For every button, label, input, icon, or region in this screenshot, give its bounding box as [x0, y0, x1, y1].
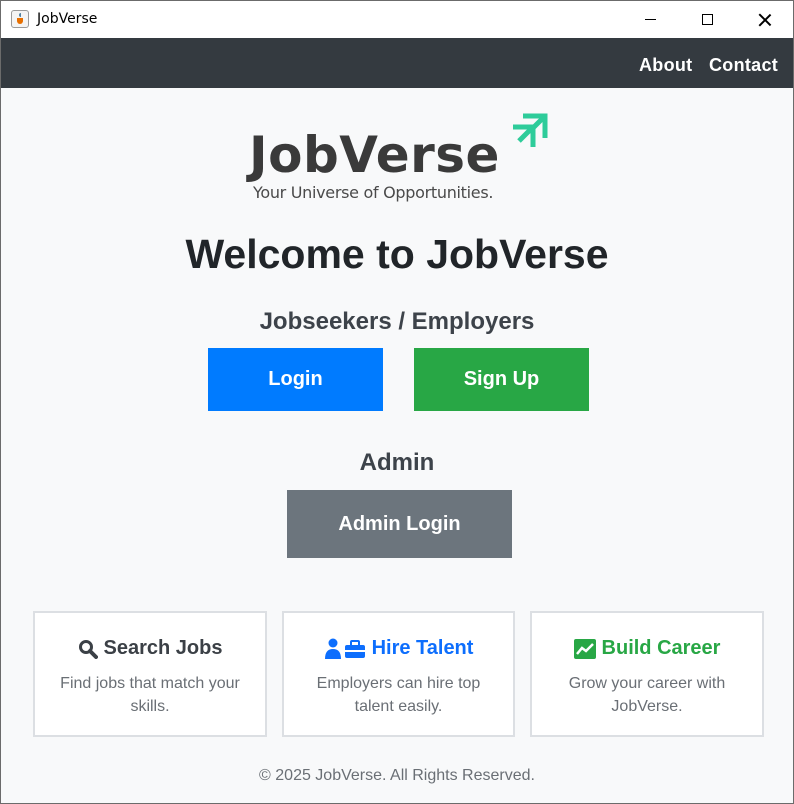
jobverse-logo: JobVerse Your Universe of Opportunities.	[247, 109, 557, 209]
logo-wordmark: JobVerse	[249, 126, 500, 184]
nav-contact-link[interactable]: Contact	[709, 55, 778, 76]
chart-up-icon	[573, 638, 596, 659]
card-title-row: Hire Talent	[284, 637, 513, 660]
card-title-row: Build Career	[532, 637, 762, 660]
java-app-icon	[11, 10, 29, 28]
window-title: JobVerse	[37, 11, 98, 27]
login-button[interactable]: Login	[208, 348, 383, 411]
users-section-heading: Jobseekers / Employers	[259, 308, 535, 335]
close-button[interactable]	[736, 1, 794, 38]
logo-arrows-icon	[513, 113, 548, 147]
card-title: Hire Talent	[371, 637, 474, 659]
close-icon	[758, 13, 772, 27]
maximize-button[interactable]	[678, 1, 736, 38]
card-title-row: Search Jobs	[35, 637, 265, 660]
card-description: Find jobs that match your skills.	[60, 675, 240, 715]
card-title: Search Jobs	[103, 637, 223, 659]
minimize-icon	[644, 19, 656, 20]
feature-card-build-career: Build Career Grow your career with JobVe…	[530, 611, 764, 737]
card-description: Employers can hire top talent easily.	[316, 675, 481, 715]
admin-section-heading: Admin	[359, 449, 435, 476]
top-navbar: About Contact	[1, 38, 793, 88]
admin-login-button[interactable]: Admin Login	[287, 490, 512, 558]
nav-about-link[interactable]: About	[639, 55, 692, 76]
title-bar: JobVerse	[1, 1, 793, 38]
maximize-icon	[701, 14, 713, 25]
signup-button[interactable]: Sign Up	[414, 348, 589, 411]
magnifier-icon	[78, 639, 98, 659]
footer-copyright: © 2025 JobVerse. All Rights Reserved.	[259, 767, 535, 784]
feature-card-hire-talent: Hire Talent Employers can hire top talen…	[282, 611, 515, 737]
card-title: Build Career	[601, 637, 721, 659]
minimize-button[interactable]	[621, 1, 679, 38]
feature-card-search-jobs: Search Jobs Find jobs that match your sk…	[33, 611, 267, 737]
app-window: JobVerse About Contact JobVerse Your Uni…	[0, 0, 794, 804]
logo-tagline: Your Universe of Opportunities.	[253, 183, 494, 202]
card-description: Grow your career with JobVerse.	[568, 675, 726, 715]
page-title: Welcome to JobVerse	[185, 231, 609, 277]
user-briefcase-icon	[324, 638, 365, 659]
